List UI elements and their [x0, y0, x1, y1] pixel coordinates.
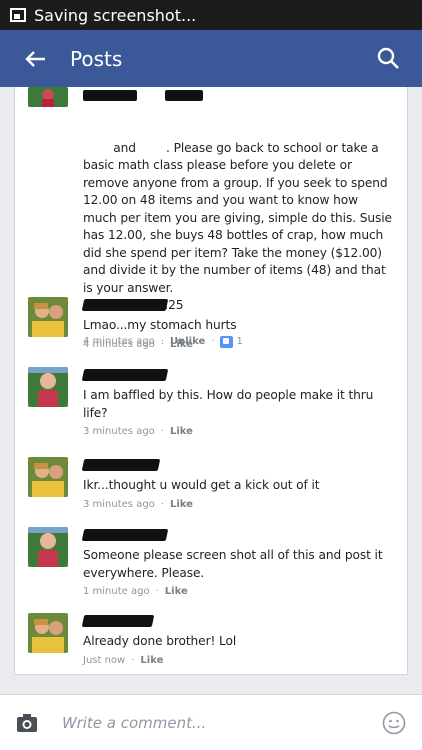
like-button[interactable]: Like — [170, 425, 193, 439]
avatar[interactable] — [28, 367, 68, 407]
redacted-name — [81, 529, 169, 541]
page-title: Posts — [70, 46, 123, 71]
sticker-icon[interactable] — [382, 711, 406, 735]
camera-icon[interactable] — [16, 712, 38, 734]
comment-time: 1 minute ago — [83, 586, 150, 597]
redacted-name — [81, 615, 155, 627]
search-icon[interactable] — [376, 46, 400, 70]
like-button[interactable]: Like — [165, 585, 188, 599]
redacted-name — [81, 299, 169, 311]
redacted-name — [83, 90, 137, 101]
comment-time: Just now — [83, 654, 126, 666]
comment-meta: 3 minutes ago · Like — [83, 425, 193, 439]
redacted-name — [81, 369, 169, 381]
back-arrow-icon[interactable] — [22, 46, 48, 72]
screenshot-icon — [10, 8, 26, 22]
like-button[interactable]: Like — [170, 338, 193, 352]
comment-time: 3 minutes ago — [83, 498, 155, 510]
status-text: Saving screenshot... — [34, 5, 197, 25]
status-bar: Saving screenshot... — [0, 0, 422, 30]
comment-text: Someone please screen shot all of this a… — [83, 548, 387, 580]
comment-input[interactable]: Write a comment... — [62, 714, 382, 732]
avatar[interactable] — [28, 297, 68, 337]
app-bar: Posts — [0, 30, 422, 87]
comment-list[interactable]: and . Please go back to school or take a… — [14, 87, 408, 675]
avatar[interactable] — [28, 527, 68, 567]
comment-time: 3 minutes ago — [83, 426, 155, 437]
avatar[interactable] — [28, 457, 68, 497]
redacted-name — [165, 90, 203, 101]
comment-text: Ikr...thought u would get a kick out of … — [83, 478, 320, 492]
comment-composer-bar: Write a comment... — [0, 694, 422, 750]
comment-meta: 1 minute ago · Like — [83, 585, 188, 599]
comment-meta: 4 minutes ago · Like — [83, 338, 193, 352]
comment-text: Already done brother! Lol — [83, 634, 237, 648]
like-button[interactable]: Like — [140, 654, 163, 668]
comment-meta: Just now · Like — [83, 654, 164, 668]
comment-text: Lmao...my stomach hurts — [83, 318, 237, 332]
avatar[interactable] — [28, 613, 68, 653]
comment-text: I am baffled by this. How do people make… — [83, 388, 378, 420]
like-button[interactable]: Like — [170, 498, 193, 512]
comment-meta: 3 minutes ago · Like — [83, 498, 193, 512]
comment-time: 4 minutes ago — [83, 338, 155, 350]
redacted-name — [81, 459, 161, 471]
avatar[interactable] — [28, 87, 68, 107]
comment-text: and . Please go back to school or take a… — [83, 87, 395, 332]
